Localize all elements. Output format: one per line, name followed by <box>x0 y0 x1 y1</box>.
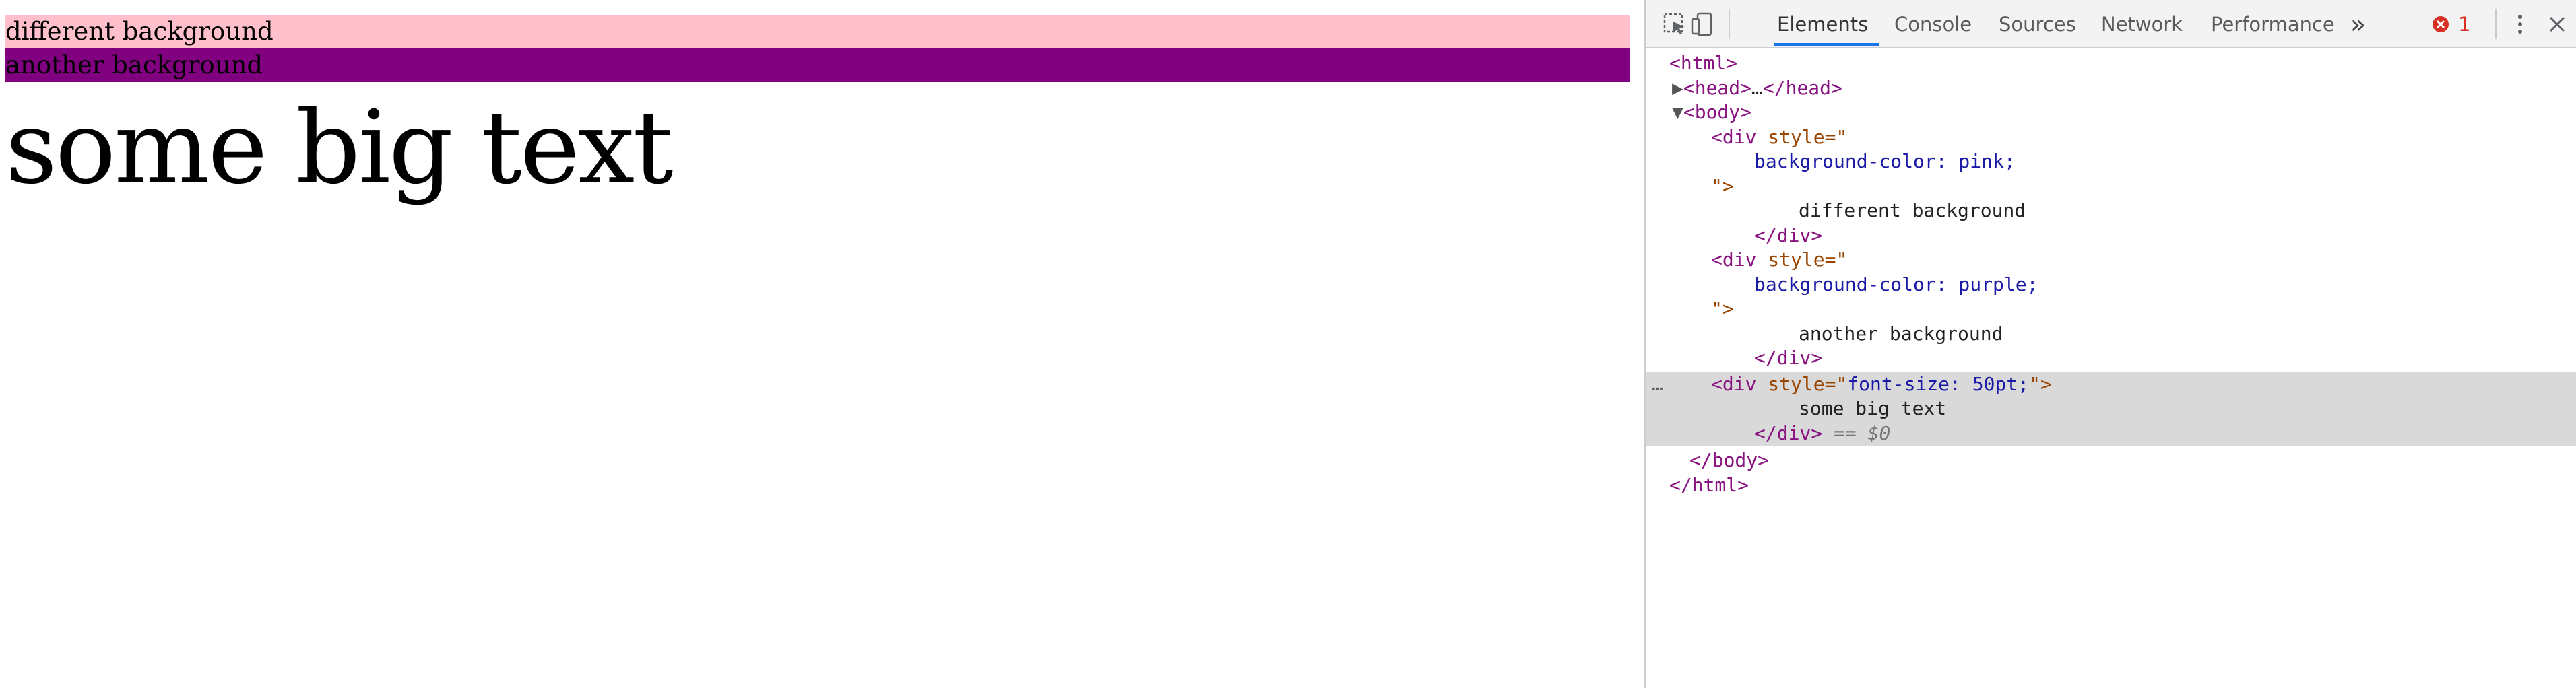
div3-text-node: some big text <box>1799 397 1947 419</box>
head-close-tag: </head> <box>1762 76 1842 99</box>
selected-node-marker: == $0 <box>1834 421 1891 444</box>
error-count[interactable]: 1 <box>2458 0 2470 48</box>
dom-node-html[interactable]: <html> <box>1646 51 2576 76</box>
head-ellipsis: … <box>1751 76 1763 99</box>
dom-node-div3-selected[interactable]: … <div style="font-size: 50pt;"> <box>1646 372 2576 397</box>
dom-style-value[interactable]: background-color: pink; <box>1646 149 2576 174</box>
page-body: different background another background … <box>5 15 1630 214</box>
more-tabs-icon[interactable]: » <box>2350 0 2366 47</box>
style-attribute: style <box>1768 372 1825 395</box>
dom-node-div2[interactable]: <div style=" <box>1646 248 2576 273</box>
div-open-tag: <div <box>1711 248 1757 271</box>
div2-style-value: background-color: purple; <box>1754 273 2038 296</box>
div-close-tag: </div> <box>1754 223 1823 246</box>
attr-equals-quote: =" <box>1824 125 1848 148</box>
toolbar-separator <box>1729 9 1730 39</box>
dom-close-div2: </div> <box>1646 346 2576 371</box>
inspect-element-icon[interactable] <box>1660 9 1689 39</box>
body-close-tag: </body> <box>1689 449 1770 471</box>
close-icon[interactable] <box>2542 9 2572 39</box>
div-open-tag: <div <box>1711 372 1757 395</box>
div-open-tag: <div <box>1711 125 1757 148</box>
body-open-tag: <body> <box>1683 101 1752 123</box>
dom-close-body[interactable]: </body> <box>1646 448 2576 473</box>
error-icon[interactable] <box>2431 15 2450 34</box>
purple-background-div: another background <box>5 48 1630 82</box>
tab-sources[interactable]: Sources <box>1999 0 2076 47</box>
dom-style-close: "> <box>1646 174 2576 199</box>
attr-open-quote: " <box>1836 372 1848 395</box>
attr-close-quote: "> <box>2029 372 2052 395</box>
dom-node-body[interactable]: ▼<body> <box>1646 100 2576 125</box>
div-close-tag: </div> <box>1754 421 1823 444</box>
big-text-div: some big text <box>5 90 674 207</box>
dom-style-close: "> <box>1646 297 2576 322</box>
active-tab-indicator <box>1774 43 1879 46</box>
div1-text-node: different background <box>1799 199 2026 221</box>
dom-style-value[interactable]: background-color: purple; <box>1646 273 2576 298</box>
attr-close-quote: "> <box>1711 174 1734 197</box>
attr-equals-quote: =" <box>1824 248 1848 271</box>
tab-network[interactable]: Network <box>2101 0 2183 47</box>
style-attribute: style <box>1768 248 1825 271</box>
div3-style-value: font-size: 50pt; <box>1847 372 2030 395</box>
dom-text-node[interactable]: different background <box>1646 199 2576 223</box>
div2-text-node: another background <box>1799 322 2003 345</box>
attr-close-quote: "> <box>1711 298 1734 320</box>
dom-close-html[interactable]: </html> <box>1646 473 2576 498</box>
pink-background-div: different background <box>5 15 1630 48</box>
div-close-tag: </div> <box>1754 347 1823 369</box>
div1-style-value: background-color: pink; <box>1754 150 2016 172</box>
dom-node-div1[interactable]: <div style=" <box>1646 125 2576 150</box>
tab-performance[interactable]: Performance <box>2211 0 2335 47</box>
style-attribute: style <box>1768 125 1825 148</box>
dom-text-node[interactable]: another background <box>1646 322 2576 347</box>
row-options-icon[interactable]: … <box>1652 372 1663 397</box>
html-close-tag: </html> <box>1669 473 1749 496</box>
attr-equals: = <box>1824 372 1836 395</box>
dom-tree[interactable]: <html> ▶<head>…</head> ▼<body> <div styl… <box>1646 48 2576 497</box>
head-open-tag: <head> <box>1683 76 1752 99</box>
dom-node-head[interactable]: ▶<head>…</head> <box>1646 76 2576 101</box>
collapse-triangle-icon[interactable]: ▼ <box>1672 101 1683 123</box>
html-open-tag: <html> <box>1669 52 1738 74</box>
dom-text-node-selected[interactable]: some big text <box>1646 397 2576 421</box>
tab-elements[interactable]: Elements <box>1777 0 1868 47</box>
dom-close-div1: </div> <box>1646 223 2576 248</box>
device-toolbar-icon[interactable] <box>1688 9 1718 39</box>
toolbar-separator <box>2495 9 2497 39</box>
tab-console[interactable]: Console <box>1894 0 1972 47</box>
expand-triangle-icon[interactable]: ▶ <box>1672 77 1683 99</box>
devtools-toolbar: Elements Console Sources Network Perform… <box>1646 0 2576 48</box>
page-viewport: different background another background … <box>0 0 1644 688</box>
customize-menu-icon[interactable] <box>2505 9 2535 39</box>
devtools-panel: Elements Console Sources Network Perform… <box>1644 0 2576 688</box>
dom-close-div3-selected: </div> == $0 <box>1646 421 2576 446</box>
